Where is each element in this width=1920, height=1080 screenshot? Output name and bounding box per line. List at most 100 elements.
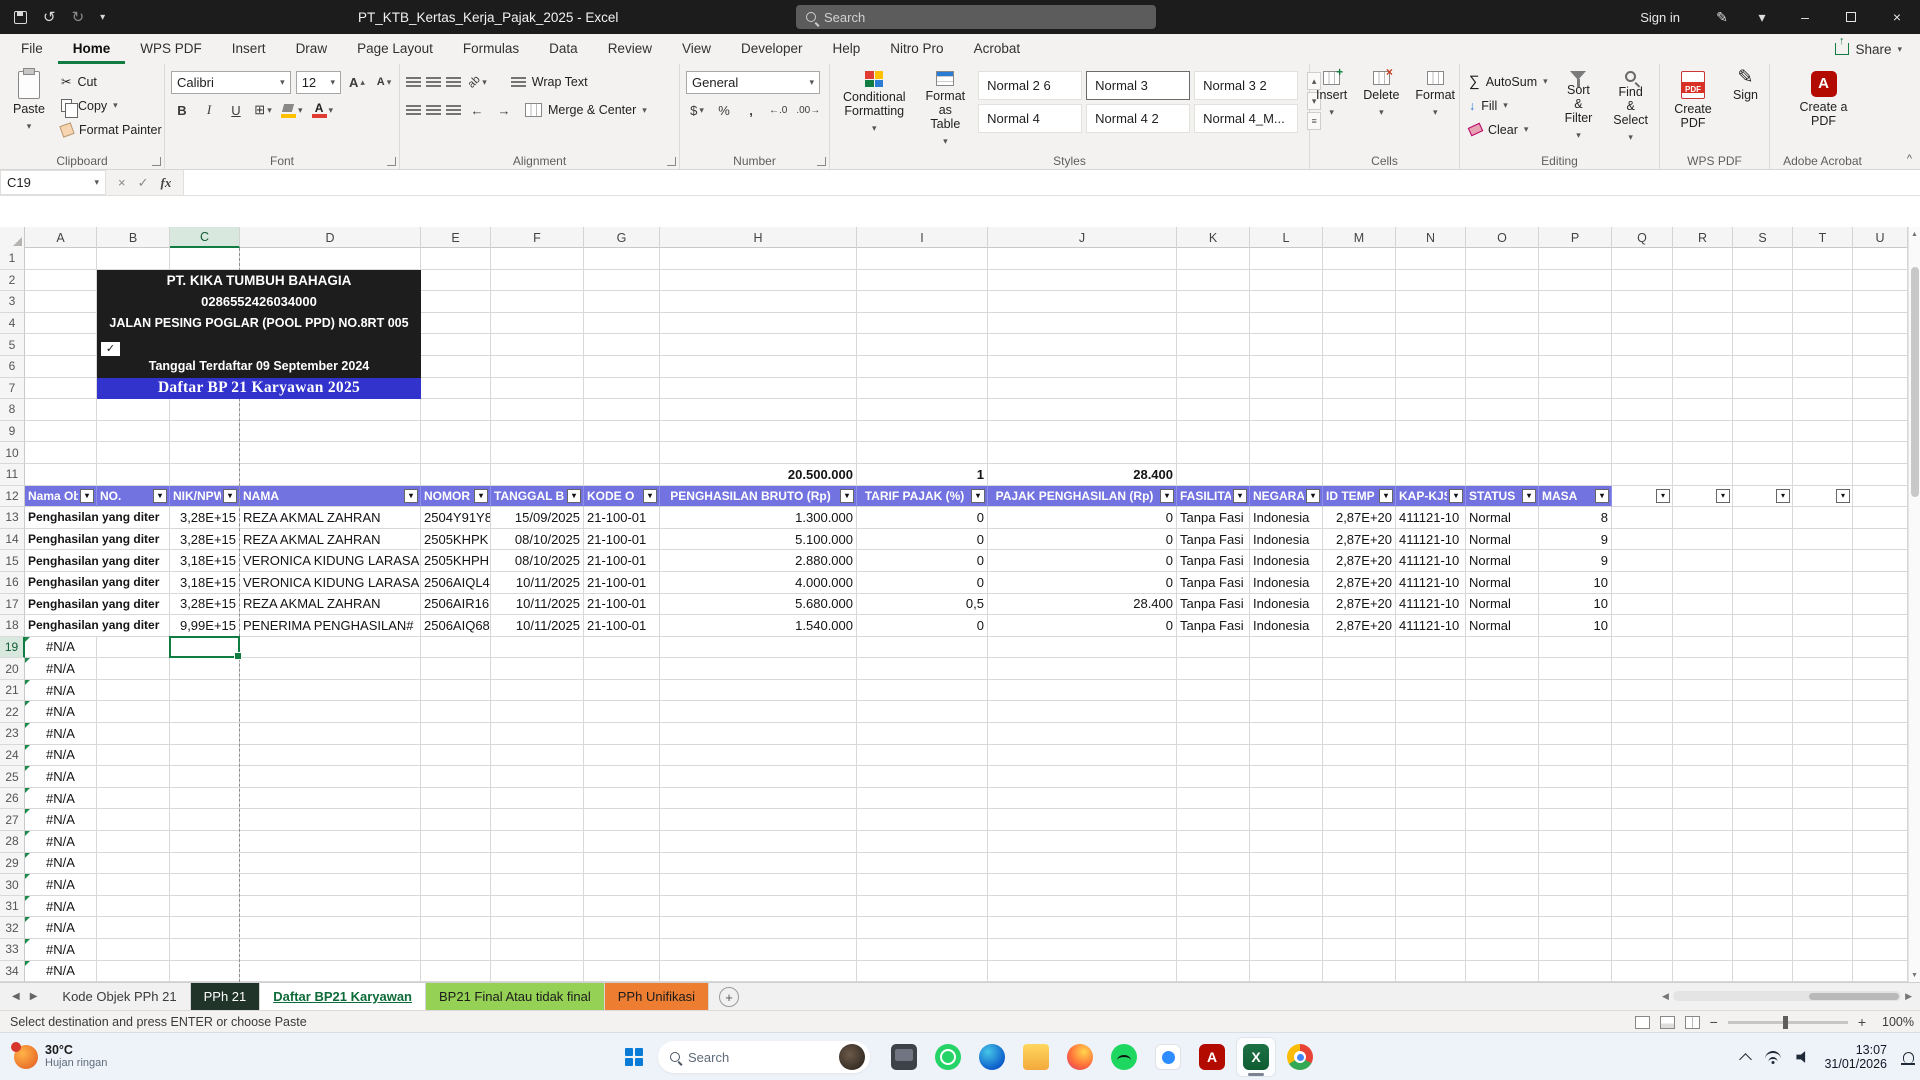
cell-A1[interactable] xyxy=(25,248,97,270)
cell-L21[interactable] xyxy=(1250,680,1323,702)
cell-Q8[interactable] xyxy=(1612,399,1673,421)
cell-M26[interactable] xyxy=(1323,788,1396,810)
align-right-icon[interactable] xyxy=(446,104,461,116)
cell-C13[interactable]: 3,28E+15 xyxy=(170,507,240,529)
filter-button-H[interactable]: ▾ xyxy=(840,489,854,503)
cell-B31[interactable] xyxy=(97,896,170,918)
cell-H3[interactable] xyxy=(660,291,857,313)
enter-formula-icon[interactable]: ✓ xyxy=(138,175,149,191)
cell-K30[interactable] xyxy=(1177,874,1250,896)
cell-N16[interactable]: 411121-10 xyxy=(1396,572,1466,594)
cell-U6[interactable] xyxy=(1853,356,1908,378)
cell-G25[interactable] xyxy=(584,766,660,788)
cell-G13[interactable]: 21-100-01 xyxy=(584,507,660,529)
cell-A18[interactable]: Penghasilan yang diter xyxy=(25,615,170,637)
cell-N19[interactable] xyxy=(1396,637,1466,659)
filter-button-A[interactable]: ▾ xyxy=(80,489,94,503)
cell-E20[interactable] xyxy=(421,658,491,680)
cell-O4[interactable] xyxy=(1466,313,1539,335)
cell-L11[interactable] xyxy=(1250,464,1323,486)
row-header-1[interactable]: 1 xyxy=(0,248,25,270)
meet-taskbar-icon[interactable] xyxy=(1148,1037,1188,1077)
cell-A17[interactable]: Penghasilan yang diter xyxy=(25,594,170,616)
cell-P34[interactable] xyxy=(1539,961,1612,982)
cell-N25[interactable] xyxy=(1396,766,1466,788)
cell-L2[interactable] xyxy=(1250,270,1323,292)
cell-R17[interactable] xyxy=(1673,594,1733,616)
cell-O30[interactable] xyxy=(1466,874,1539,896)
edge-taskbar-icon[interactable] xyxy=(972,1037,1012,1077)
ribbon-tab-view[interactable]: View xyxy=(667,34,726,64)
cell-M13[interactable]: 2,87E+20 xyxy=(1323,507,1396,529)
cell-K11[interactable] xyxy=(1177,464,1250,486)
cell-G14[interactable]: 21-100-01 xyxy=(584,529,660,551)
cell-S11[interactable] xyxy=(1733,464,1793,486)
cell-I23[interactable] xyxy=(857,723,988,745)
cell-P6[interactable] xyxy=(1539,356,1612,378)
cell-T7[interactable] xyxy=(1793,378,1853,400)
cell-N2[interactable] xyxy=(1396,270,1466,292)
cell-F33[interactable] xyxy=(491,939,584,961)
cell-A4[interactable] xyxy=(25,313,97,335)
cell-A26[interactable]: #N/A xyxy=(25,788,97,810)
cell-T32[interactable] xyxy=(1793,917,1853,939)
zoom-slider-thumb[interactable] xyxy=(1783,1016,1788,1029)
cell-N14[interactable]: 411121-10 xyxy=(1396,529,1466,551)
cell-D17[interactable]: REZA AKMAL ZAHRAN xyxy=(240,594,421,616)
cell-Q6[interactable] xyxy=(1612,356,1673,378)
cell-L34[interactable] xyxy=(1250,961,1323,982)
cell-P13[interactable]: 8 xyxy=(1539,507,1612,529)
cell-Q33[interactable] xyxy=(1612,939,1673,961)
excel-taskbar-icon[interactable]: X xyxy=(1236,1037,1276,1077)
cell-L20[interactable] xyxy=(1250,658,1323,680)
cell-T34[interactable] xyxy=(1793,961,1853,982)
scroll-up-arrow[interactable]: ▲ xyxy=(1909,227,1920,241)
column-header-F[interactable]: F xyxy=(491,227,584,248)
cell-I25[interactable] xyxy=(857,766,988,788)
zoom-in-button[interactable]: + xyxy=(1858,1014,1866,1030)
cell-H33[interactable] xyxy=(660,939,857,961)
ribbon-tab-nitro-pro[interactable]: Nitro Pro xyxy=(875,34,958,64)
cell-G31[interactable] xyxy=(584,896,660,918)
filter-button-I[interactable]: ▾ xyxy=(971,489,985,503)
hscroll-right-arrow[interactable]: ▶ xyxy=(1905,991,1912,1002)
cell-K4[interactable] xyxy=(1177,313,1250,335)
cell-E31[interactable] xyxy=(421,896,491,918)
increase-font-button[interactable]: A▴ xyxy=(346,71,368,93)
cell-G1[interactable] xyxy=(584,248,660,270)
cell-M17[interactable]: 2,87E+20 xyxy=(1323,594,1396,616)
cell-O28[interactable] xyxy=(1466,831,1539,853)
cell-I11[interactable]: 1 xyxy=(857,464,988,486)
cell-E30[interactable] xyxy=(421,874,491,896)
font-family-select[interactable]: Calibri▾ xyxy=(171,71,291,94)
ribbon-tab-home[interactable]: Home xyxy=(58,34,126,64)
filter-button-L[interactable]: ▾ xyxy=(1306,489,1320,503)
cell-B12[interactable]: NO.▾ xyxy=(97,486,170,508)
cell-P7[interactable] xyxy=(1539,378,1612,400)
cell-F16[interactable]: 10/11/2025 xyxy=(491,572,584,594)
font-color-button[interactable]: A▾ xyxy=(310,99,336,121)
row-header-6[interactable]: 6 xyxy=(0,356,25,378)
cell-T3[interactable] xyxy=(1793,291,1853,313)
cell-M31[interactable] xyxy=(1323,896,1396,918)
cell-G20[interactable] xyxy=(584,658,660,680)
cell-Q16[interactable] xyxy=(1612,572,1673,594)
cell-O14[interactable]: Normal xyxy=(1466,529,1539,551)
cell-K22[interactable] xyxy=(1177,701,1250,723)
cell-B23[interactable] xyxy=(97,723,170,745)
cell-Q2[interactable] xyxy=(1612,270,1673,292)
sign-button[interactable]: ✎Sign xyxy=(1726,68,1765,152)
cell-R5[interactable] xyxy=(1673,334,1733,356)
cell-F14[interactable]: 08/10/2025 xyxy=(491,529,584,551)
cell-S30[interactable] xyxy=(1733,874,1793,896)
cell-O10[interactable] xyxy=(1466,442,1539,464)
cell-D33[interactable] xyxy=(240,939,421,961)
cell-E16[interactable]: 2506AIQL4 xyxy=(421,572,491,594)
cell-I8[interactable] xyxy=(857,399,988,421)
cell-J31[interactable] xyxy=(988,896,1177,918)
cell-B32[interactable] xyxy=(97,917,170,939)
column-header-B[interactable]: B xyxy=(97,227,170,248)
cell-Q24[interactable] xyxy=(1612,745,1673,767)
cell-A11[interactable] xyxy=(25,464,97,486)
cell-B28[interactable] xyxy=(97,831,170,853)
